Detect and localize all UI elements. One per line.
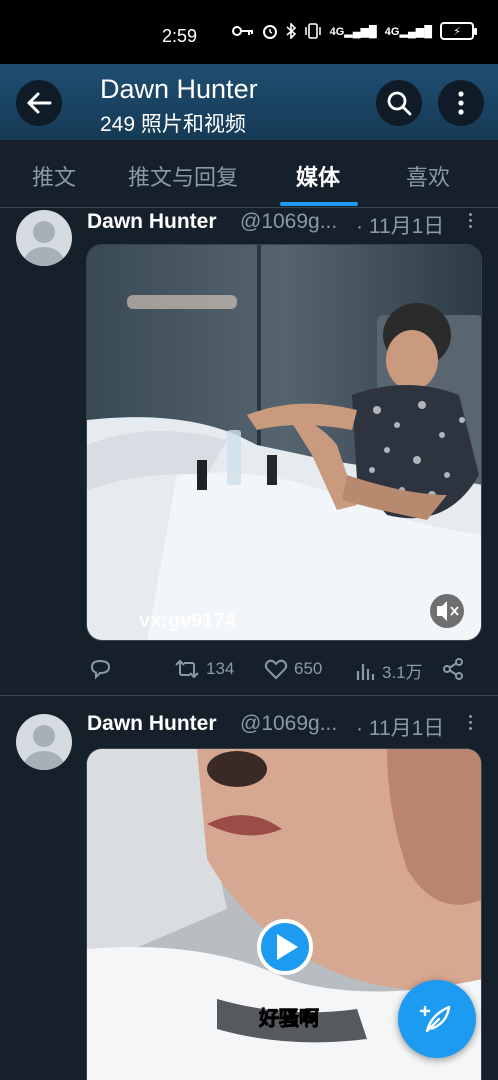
play-button[interactable]	[257, 919, 313, 975]
reply-button[interactable]	[88, 658, 112, 680]
tweet-date: · 11月1日	[356, 215, 445, 238]
share-icon	[443, 658, 463, 680]
tab-media[interactable]: 媒体	[296, 160, 340, 192]
tweet-more-button[interactable]	[462, 712, 478, 733]
back-button[interactable]	[16, 80, 62, 126]
like-count: 650	[294, 659, 323, 678]
signal-4g-icon-2: 4G▂▄▆█	[384, 25, 432, 38]
avatar[interactable]	[16, 210, 72, 266]
retweet-icon	[175, 659, 199, 679]
retweet-button[interactable]: 134	[174, 658, 234, 680]
like-button[interactable]: 650	[264, 658, 322, 680]
status-bar: 2:59 4G▂▄▆█ 4G▂▄▆█ ⚡	[0, 0, 498, 64]
tab-likes[interactable]: 喜欢	[406, 160, 450, 192]
tweet-date: · 11月1日	[356, 717, 445, 740]
view-count: 3.1万	[382, 663, 423, 682]
tweet-author-handle: @1069g...	[240, 210, 338, 233]
mute-button[interactable]	[430, 594, 464, 628]
video-frame: vx:gv9174	[87, 245, 481, 640]
battery-charging-icon: ⚡	[440, 22, 477, 40]
key-icon	[231, 26, 253, 36]
active-tab-indicator	[280, 202, 358, 206]
arrow-left-icon	[27, 92, 52, 114]
search-button[interactable]	[376, 80, 422, 126]
profile-header: Dawn Hunter 249 照片和视频	[0, 64, 498, 140]
views-chart-icon	[356, 663, 375, 680]
tweet-video[interactable]: vx:gv9174	[86, 244, 482, 641]
tab-tweets[interactable]: 推文	[32, 160, 76, 192]
search-icon	[387, 91, 412, 116]
avatar[interactable]	[16, 714, 72, 770]
vibrate-icon	[304, 23, 321, 39]
profile-tabs: 推文 推文与回复 媒体 喜欢	[0, 140, 498, 208]
tweet[interactable]: Dawn Hunter @1069g... · 11月1日 vx:gv9174 …	[0, 208, 498, 696]
reply-icon	[90, 659, 111, 680]
compose-tweet-button[interactable]	[398, 980, 476, 1058]
views-button[interactable]: 3.1万	[354, 658, 423, 683]
tweet-actions: 134 650 3.1万	[86, 658, 482, 688]
signal-4g-icon: 4G▂▄▆█	[329, 25, 377, 38]
tweet-author-name[interactable]: Dawn Hunter	[87, 712, 217, 736]
more-options-button[interactable]	[438, 80, 484, 126]
more-vertical-icon	[458, 91, 464, 115]
tweet-author-handle: @1069g...	[240, 712, 338, 735]
alarm-icon	[262, 25, 277, 39]
tweet-more-button[interactable]	[462, 210, 478, 231]
status-time: 2:59	[162, 26, 198, 46]
share-button[interactable]	[442, 658, 464, 680]
bluetooth-icon	[286, 23, 296, 39]
tweet-divider	[0, 695, 498, 696]
heart-icon	[264, 659, 288, 680]
profile-name: Dawn Hunter	[100, 74, 258, 104]
retweet-count: 134	[206, 659, 235, 678]
video-caption: 好骚啊	[258, 1006, 319, 1030]
status-icons: 4G▂▄▆█ 4G▂▄▆█ ⚡	[231, 22, 477, 40]
tweet-author-name[interactable]: Dawn Hunter	[87, 210, 217, 234]
compose-feather-icon	[419, 1005, 451, 1033]
tab-tweets-replies[interactable]: 推文与回复	[128, 160, 238, 192]
media-count: 249 照片和视频	[100, 113, 246, 136]
video-watermark: vx:gv9174	[139, 610, 237, 632]
